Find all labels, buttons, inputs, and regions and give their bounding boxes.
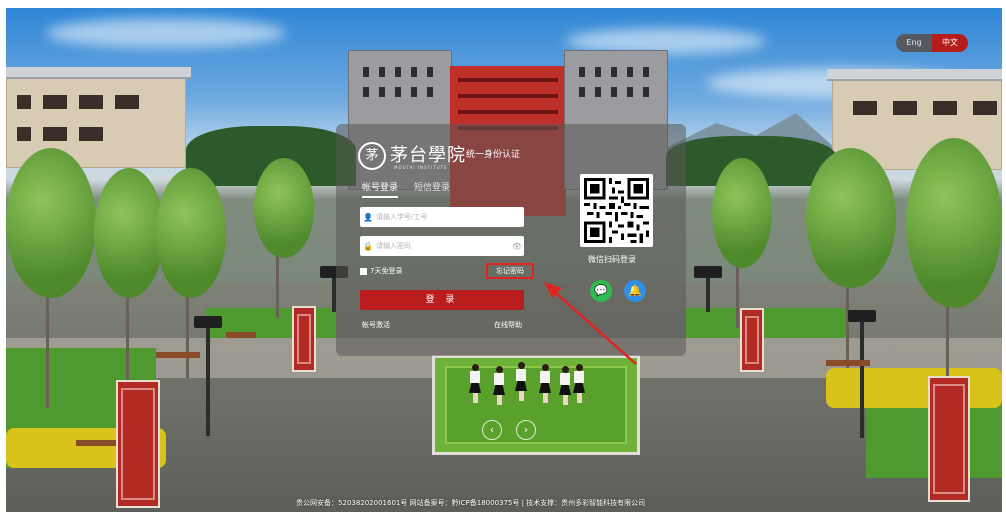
login-button[interactable]: 登 录 [360, 290, 524, 310]
annotation-arrow-icon [544, 282, 637, 365]
auth-subtitle: 统一身份认证 [466, 150, 521, 160]
username-field: 👤 [360, 207, 524, 227]
wechat-qr-code [580, 174, 653, 247]
footer-records: 贵公网安备：52038202001601号 网站备案号：黔ICP备1800037… [296, 499, 646, 507]
carousel-prev-icon[interactable]: ‹ [482, 420, 502, 440]
online-help-link[interactable]: 在线帮助 [494, 320, 522, 330]
qr-login-label: 微信扫码登录 [588, 255, 636, 264]
lang-eng-button[interactable]: Eng [896, 34, 932, 52]
eye-icon[interactable]: 👁 [510, 242, 524, 251]
remember-me[interactable]: 7天免登录 [360, 266, 402, 276]
user-icon: 👤 [363, 212, 373, 222]
school-english-name: MOUTAI INSTITUTE [394, 165, 448, 170]
school-seal-icon: 茅 [358, 142, 386, 170]
tab-account-login[interactable]: 帐号登录 [362, 180, 399, 198]
password-field: 🔒 👁 [360, 236, 524, 256]
lock-icon: 🔒 [363, 241, 373, 251]
language-switch[interactable]: Eng 中文 [896, 34, 968, 52]
lang-zh-button[interactable]: 中文 [932, 34, 968, 52]
school-logo: 茅 茅台學院 MOUTAI INSTITUTE 统一身份认证 [358, 141, 528, 175]
forgot-password-link[interactable]: 忘记密码 [486, 263, 534, 279]
remember-checkbox[interactable] [360, 267, 367, 275]
qr-code-icon [584, 178, 649, 243]
tab-sms-login[interactable]: 短信登录 [414, 180, 450, 193]
password-input[interactable] [376, 242, 510, 250]
school-name: 茅台學院 [390, 145, 466, 166]
carousel-next-icon[interactable]: › [516, 420, 536, 440]
account-activate-link[interactable]: 帐号激活 [362, 320, 390, 330]
remember-label: 7天免登录 [370, 267, 403, 275]
username-input[interactable] [376, 213, 524, 221]
